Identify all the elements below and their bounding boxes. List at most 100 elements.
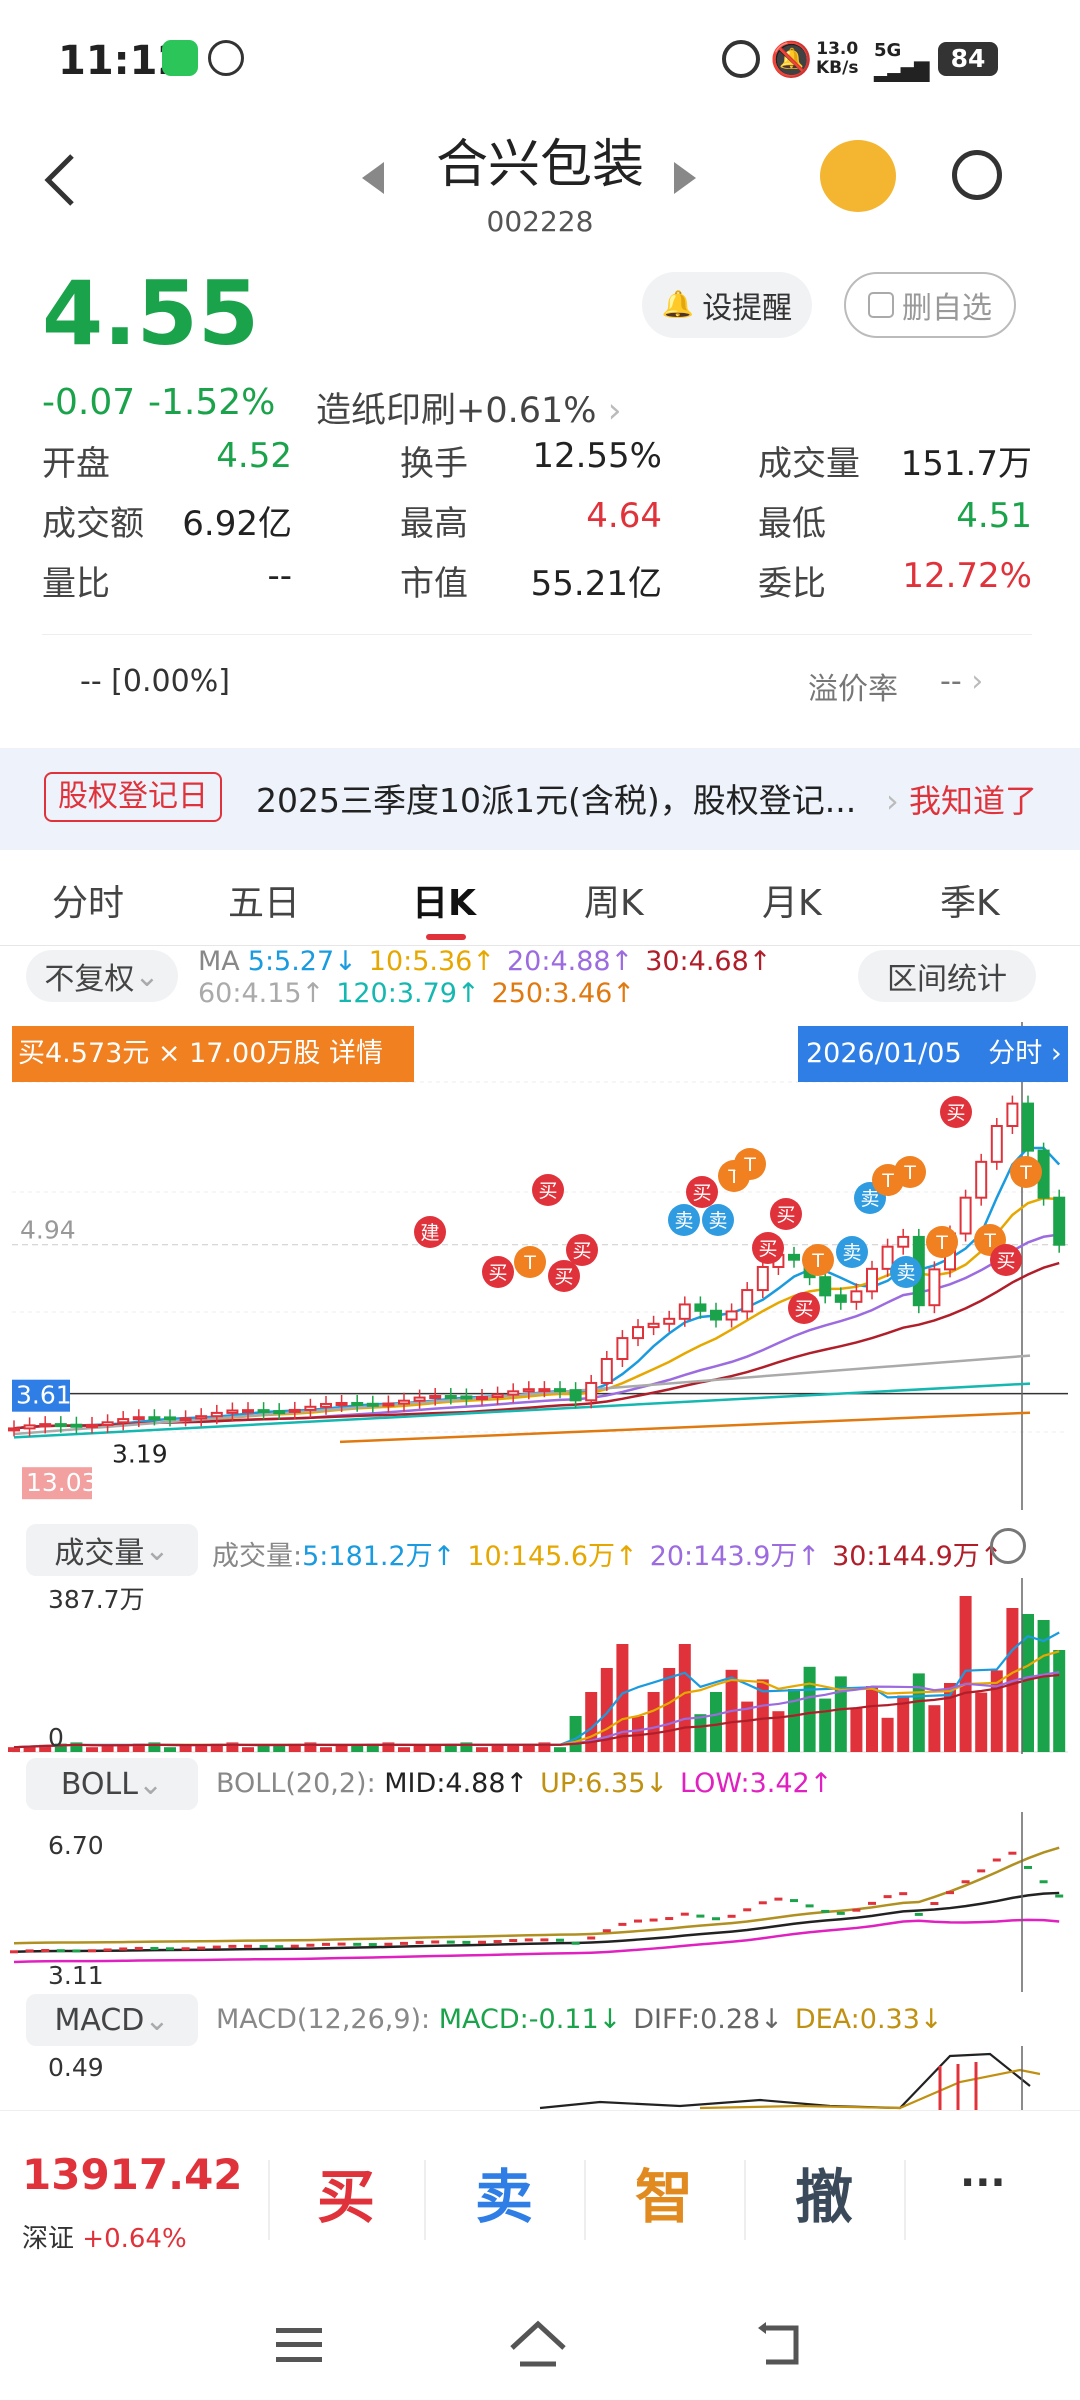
candle-body <box>164 1416 176 1421</box>
quote-label: 换手 <box>400 444 468 484</box>
search-icon[interactable] <box>952 150 1002 200</box>
remove-watchlist-button[interactable]: 删自选 <box>844 272 1016 338</box>
home-icon[interactable] <box>506 2318 570 2372</box>
quote-label: 开盘 <box>42 444 110 484</box>
signal-marker-label: 买 <box>554 1266 573 1288</box>
boll-chart[interactable]: 6.70 3.11 <box>0 1812 1080 1992</box>
signal-marker-label: 买 <box>538 1180 557 1202</box>
buy-detail-banner[interactable]: 买4.573元 × 17.00万股 详情 <box>12 1026 414 1082</box>
premium-left: -- [0.00%] <box>80 664 230 699</box>
index-value[interactable]: 13917.42 <box>22 2150 243 2199</box>
candle-body <box>335 1402 348 1407</box>
signal-marker-label: 买 <box>758 1238 777 1260</box>
signal-marker-label: T <box>1019 1162 1032 1184</box>
legend-item: 30:4.68↑ <box>645 946 772 977</box>
return-icon[interactable] <box>752 2320 808 2370</box>
macd-select[interactable]: MACD ⌄ <box>26 1994 198 2046</box>
premium-value[interactable]: -- › <box>940 664 983 699</box>
candle-body <box>538 1388 551 1393</box>
smart-button[interactable]: 智 <box>614 2150 714 2234</box>
ma60-line <box>13 1354 1031 1436</box>
candle-body <box>569 1389 582 1402</box>
chart-tabs: 分时 五日 日K 周K 月K 季K <box>0 852 1080 946</box>
candle-body <box>647 1322 660 1329</box>
quote-value: 6.92亿 <box>182 504 292 544</box>
settings-icon[interactable] <box>990 1528 1026 1564</box>
stock-code: 002228 <box>486 205 594 238</box>
volume-bar <box>850 1708 863 1752</box>
tab-3[interactable]: 周K <box>584 874 644 926</box>
notice-bar[interactable]: 股权登记日 2025三季度10派1元(含税)，股权登记... › 我知道了 <box>0 748 1080 850</box>
adjust-select[interactable]: 不复权 ⌄ <box>26 950 178 1002</box>
legend-item: UP:6.35↓ <box>540 1768 669 1799</box>
next-stock-icon[interactable] <box>674 162 696 194</box>
candle-body <box>39 1423 52 1428</box>
quote-value: 151.7万 <box>900 444 1032 484</box>
signal-marker-label: 买 <box>996 1250 1015 1272</box>
quote-value: 4.52 <box>216 436 292 476</box>
candle-body <box>678 1303 691 1320</box>
volume-y-top: 387.7万 <box>48 1585 145 1614</box>
volume-bar <box>413 1746 426 1752</box>
mute-icon: 🔕 <box>770 40 813 80</box>
macd-chart[interactable]: 0.49 <box>0 2046 1080 2110</box>
cancel-order-button[interactable]: 撤 <box>774 2150 874 2234</box>
candle-body <box>819 1276 832 1297</box>
candle-body <box>148 1416 161 1421</box>
battery-icon: 84 <box>938 42 998 76</box>
candle-body <box>117 1418 130 1424</box>
candle-body <box>710 1309 722 1321</box>
date-banner[interactable]: 2026/01/05 分时 › <box>798 1026 1068 1082</box>
volume-select[interactable]: 成交量 ⌄ <box>26 1524 198 1576</box>
candle-body <box>990 1125 1003 1163</box>
candle-body <box>70 1423 83 1428</box>
tab-2[interactable]: 日K <box>412 874 476 926</box>
mascot-icon[interactable] <box>820 140 896 212</box>
sector-link[interactable]: 造纸印刷+0.61% › <box>316 382 622 433</box>
candle-body <box>273 1410 286 1415</box>
ma-legend-row1: MA 5:5.27↓ 10:5.36↑ 20:4.88↑ 30:4.68↑ <box>198 946 783 977</box>
volume-chart[interactable]: 387.7万 0 <box>0 1578 1080 1754</box>
candle-body <box>476 1396 488 1401</box>
signal-marker-label: T <box>811 1250 824 1272</box>
volume-bar <box>694 1714 707 1752</box>
signal-marker-label: 买 <box>794 1298 813 1320</box>
volume-bar <box>975 1692 988 1752</box>
candle-body <box>382 1402 395 1407</box>
volume-bar <box>710 1692 722 1752</box>
candle-body <box>132 1416 145 1421</box>
notice-text: 2025三季度10派1元(含税)，股权登记... <box>256 781 857 820</box>
volume-bar <box>476 1747 488 1752</box>
candle-body <box>1006 1102 1019 1127</box>
set-alert-button[interactable]: 🔔 设提醒 <box>642 272 812 338</box>
sell-button[interactable]: 卖 <box>454 2150 554 2234</box>
y-axis-current: 3.61 <box>16 1381 72 1410</box>
volume-bar <box>320 1747 332 1752</box>
quote-value: 12.72% <box>902 556 1032 596</box>
volume-bar <box>335 1746 348 1752</box>
buy-button[interactable]: 买 <box>296 2150 396 2234</box>
notice-dismiss-button[interactable]: › 我知道了 <box>886 776 1037 822</box>
tab-0[interactable]: 分时 <box>52 874 124 926</box>
tab-4[interactable]: 月K <box>762 874 822 926</box>
candle-body <box>460 1395 473 1400</box>
range-stats-button[interactable]: 区间统计 <box>858 950 1036 1002</box>
price-change: -0.07 <box>42 382 136 423</box>
volume-bar <box>663 1668 676 1752</box>
signal-marker-label: T <box>983 1230 996 1252</box>
more-icon[interactable]: ··· <box>960 2160 1006 2206</box>
legend-item: 20:143.9万↑ <box>649 1541 821 1572</box>
index-name: 深证 +0.64% <box>22 2224 187 2254</box>
candle-body <box>257 1409 270 1414</box>
candle-body <box>54 1423 67 1428</box>
tab-5[interactable]: 季K <box>940 874 1000 926</box>
premium-label: 溢价率 <box>808 672 898 707</box>
candle-body <box>226 1409 239 1414</box>
boll-select[interactable]: BOLL ⌄ <box>26 1758 198 1810</box>
menu-icon[interactable] <box>276 2328 322 2362</box>
kline-chart[interactable]: 建买 T买买买卖买卖TT买买买T 卖卖T卖TT买T买T4.943.613.1913.… <box>0 1022 1080 1510</box>
tab-1[interactable]: 五日 <box>228 874 300 926</box>
volume-bar <box>398 1747 410 1752</box>
volume-bar <box>554 1747 566 1752</box>
phone-app-icon <box>162 40 198 76</box>
